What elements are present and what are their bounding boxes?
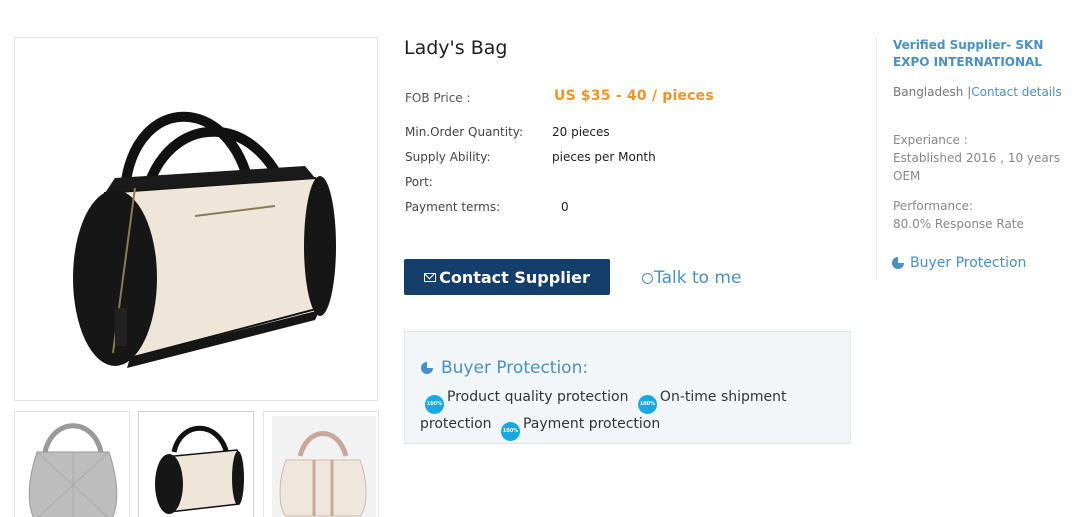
- main-product-image: [14, 37, 378, 401]
- experience-label: Experiance :: [893, 133, 968, 147]
- min-order-label: Min.Order Quantity:: [405, 125, 524, 139]
- protection-item: Product quality protection: [447, 389, 629, 405]
- guarantee-badge-icon: 100%: [637, 395, 657, 414]
- buyer-protection-heading: Buyer Protection:: [421, 358, 588, 378]
- buyer-protection-panel: Buyer Protection: 100% Product quality pr…: [404, 331, 851, 444]
- supplier-name-link[interactable]: Verified Supplier- SKN EXPO INTERNATIONA…: [893, 37, 1073, 71]
- pie-chart-icon: [421, 362, 433, 374]
- envelope-icon: [424, 272, 437, 282]
- contact-details-link[interactable]: Contact details: [971, 85, 1061, 99]
- supplier-location: Bangladesh |Contact details: [893, 85, 1062, 99]
- payment-terms-value: 0: [561, 200, 569, 214]
- supply-ability-value: pieces per Month: [552, 150, 656, 164]
- supply-ability-label: Supply Ability:: [405, 150, 491, 164]
- experience-value: Established 2016 , 10 years: [893, 151, 1060, 165]
- thumbnail-beige-bag[interactable]: [263, 411, 379, 517]
- port-label: Port:: [405, 175, 433, 189]
- supplier-sidebar: Verified Supplier- SKN EXPO INTERNATIONA…: [876, 37, 1076, 280]
- sidebar-buyer-protection-label: Buyer Protection: [910, 255, 1027, 271]
- guarantee-badge-icon: 100%: [500, 422, 520, 441]
- thumbnail-black-cream-bag[interactable]: [138, 411, 254, 517]
- fob-price-value: US $35 - 40 / pieces: [554, 88, 714, 104]
- thumbnail-grey-bag[interactable]: [14, 411, 130, 517]
- guarantee-badge-icon: 100%: [425, 395, 444, 414]
- buyer-protection-list: 100% Product quality protection 100% On-ti…: [420, 387, 840, 441]
- experience-type: OEM: [893, 169, 921, 183]
- pie-chart-icon: [892, 257, 904, 269]
- contact-supplier-label: Contact Supplier: [439, 267, 590, 287]
- sidebar-buyer-protection-link[interactable]: Buyer Protection: [892, 255, 1026, 271]
- performance-value: 80.0% Response Rate: [893, 217, 1024, 231]
- protection-item: Payment protection: [522, 416, 661, 432]
- talk-to-me-link[interactable]: Talk to me: [642, 268, 741, 288]
- payment-terms-label: Payment terms:: [405, 200, 501, 214]
- min-order-value: 20 pieces: [552, 125, 610, 139]
- supplier-country: Bangladesh: [893, 85, 964, 99]
- product-title: Lady's Bag: [404, 37, 508, 59]
- contact-supplier-button[interactable]: Contact Supplier: [404, 259, 610, 295]
- fob-price-label: FOB Price :: [405, 91, 471, 105]
- talk-to-me-label: Talk to me: [654, 268, 742, 288]
- performance-label: Performance:: [893, 199, 974, 213]
- chat-icon: [642, 272, 653, 284]
- buyer-protection-title: Buyer Protection:: [441, 358, 589, 378]
